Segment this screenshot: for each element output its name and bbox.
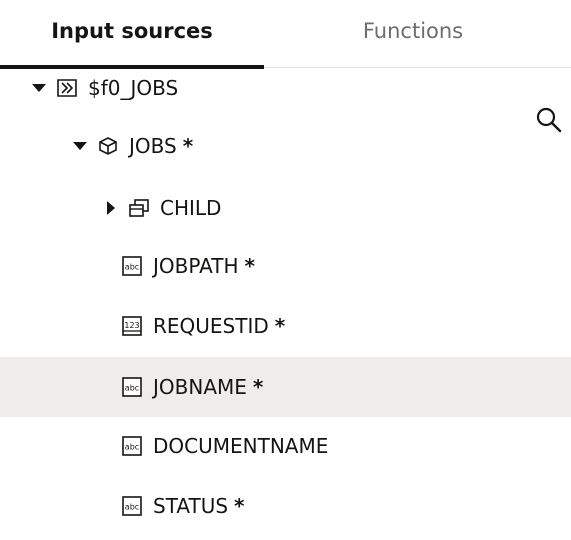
svg-text:abc: abc [125, 263, 139, 272]
string-type-icon: abc [121, 435, 143, 457]
tree-node-label: STATUS [153, 494, 229, 518]
caret-right-icon[interactable] [104, 201, 118, 215]
tree-node-requestid[interactable]: 123 REQUESTID * [0, 298, 571, 354]
tab-functions-label: Functions [362, 19, 464, 43]
tree-node-label: DOCUMENTNAME [153, 434, 329, 458]
tab-input-sources[interactable]: Input sources [0, 0, 264, 69]
tree-node-jobs[interactable]: JOBS * [0, 118, 571, 174]
tab-functions[interactable]: Functions [323, 0, 503, 68]
tree-node-jobpath[interactable]: abc JOBPATH * [0, 238, 571, 294]
tree-node-label: $f0_JOBS [88, 76, 179, 100]
tab-input-sources-label: Input sources [51, 19, 213, 43]
collection-icon [128, 197, 150, 219]
tree-node-child[interactable]: CHILD [0, 180, 571, 236]
tree-node-label: JOBPATH [153, 254, 239, 278]
tree-node-label: JOBNAME [153, 375, 247, 399]
required-marker: * [274, 314, 286, 338]
source-icon [56, 77, 78, 99]
tree-node-jobname[interactable]: abc JOBNAME * [0, 357, 571, 417]
svg-text:abc: abc [125, 443, 139, 452]
number-type-icon: 123 [121, 315, 143, 337]
required-marker: * [182, 134, 194, 158]
caret-down-icon[interactable] [32, 81, 46, 95]
required-marker: * [252, 375, 264, 399]
string-type-icon: abc [121, 495, 143, 517]
tree-node-label: REQUESTID [153, 314, 269, 338]
svg-text:abc: abc [125, 503, 139, 512]
tree-node-documentname[interactable]: abc DOCUMENTNAME [0, 418, 571, 474]
tree-node-label: CHILD [160, 196, 222, 220]
tree-node-status[interactable]: abc STATUS * [0, 478, 571, 534]
required-marker: * [234, 494, 245, 518]
tab-bar: Input sources Functions [0, 0, 571, 69]
caret-down-icon[interactable] [73, 139, 87, 153]
object-icon [97, 135, 119, 157]
tree-node-f0-jobs[interactable]: $f0_JOBS [0, 60, 571, 116]
svg-text:123: 123 [124, 321, 139, 330]
required-marker: * [244, 254, 255, 278]
string-type-icon: abc [121, 255, 143, 277]
string-type-icon: abc [121, 376, 143, 398]
tree-node-label: JOBS [129, 134, 177, 158]
svg-text:abc: abc [125, 384, 139, 393]
